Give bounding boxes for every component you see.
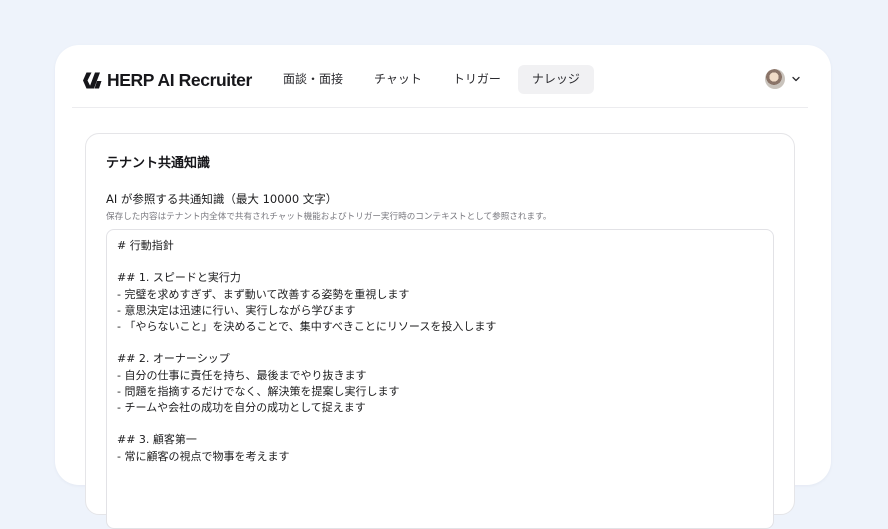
tab-chat[interactable]: チャット xyxy=(360,65,436,94)
chevron-down-icon[interactable] xyxy=(792,76,800,82)
user-menu[interactable] xyxy=(765,69,800,89)
avatar[interactable] xyxy=(765,69,785,89)
tenant-knowledge-panel: テナント共通知識 AI が参照する共通知識（最大 10000 文字） 保存した内… xyxy=(85,133,795,529)
tab-interviews[interactable]: 面談・面接 xyxy=(269,65,357,94)
brand-name: HERP AI Recruiter xyxy=(107,69,252,90)
knowledge-field-description: 保存した内容はテナント内全体で共有されチャット機能およびトリガー実行時のコンテキ… xyxy=(106,212,552,222)
top-navigation-bar: HERP AI Recruiter 面談・面接 チャット トリガー ナレッジ xyxy=(72,45,808,108)
knowledge-textarea[interactable]: # 行動指針 ## 1. スピードと実行力 - 完璧を求めすぎず、まず動いて改善… xyxy=(106,229,774,529)
knowledge-field-label: AI が参照する共通知識（最大 10000 文字） xyxy=(106,192,338,206)
herp-logo-icon xyxy=(83,72,102,88)
brand-logo[interactable]: HERP AI Recruiter xyxy=(83,70,252,90)
section-title: テナント共通知識 xyxy=(106,156,211,171)
app-card: HERP AI Recruiter 面談・面接 チャット トリガー ナレッジ テ… xyxy=(55,45,831,529)
tab-knowledge[interactable]: ナレッジ xyxy=(517,65,594,94)
tab-triggers[interactable]: トリガー xyxy=(439,65,515,94)
main-tabs: 面談・面接 チャット トリガー ナレッジ xyxy=(269,65,597,94)
